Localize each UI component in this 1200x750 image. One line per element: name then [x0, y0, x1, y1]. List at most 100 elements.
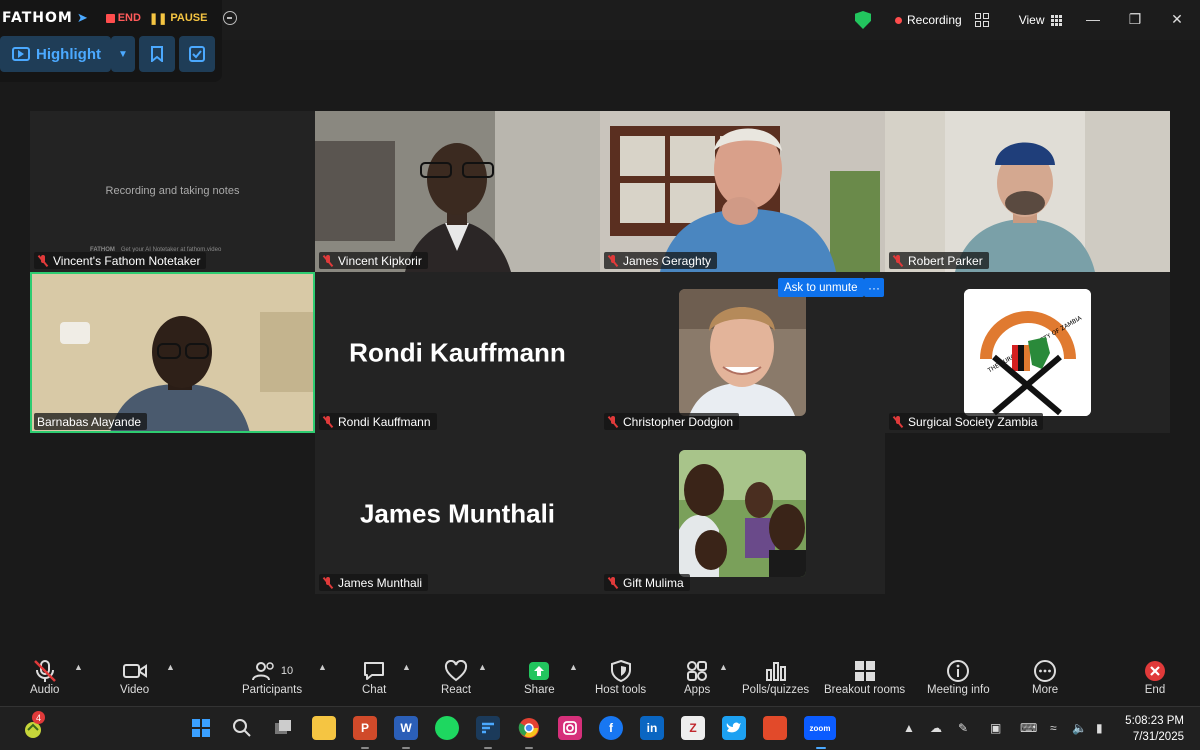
participant-name-tag: James Geraghty	[604, 252, 718, 269]
task-view-icon[interactable]	[271, 716, 295, 740]
participant-name: Christopher Dodgion	[623, 414, 734, 429]
search-icon[interactable]	[230, 716, 254, 740]
participant-name: Barnabas Alayande	[37, 414, 142, 429]
battery-icon[interactable]: ▮	[1096, 721, 1103, 735]
spotify-icon[interactable]	[435, 716, 459, 740]
chrome-icon[interactable]	[517, 716, 541, 740]
video-options-chevron-up-icon[interactable]: ▲	[166, 662, 175, 672]
recording-dot-icon	[895, 16, 902, 24]
meeting-info-label: Meeting info	[927, 684, 990, 696]
zotero-icon[interactable]: Z	[681, 716, 705, 740]
encryption-shield-icon[interactable]	[855, 11, 871, 29]
participant-tile-active-speaker[interactable]: Barnabas Alayande	[30, 272, 315, 433]
volume-icon[interactable]: 🔈	[1072, 721, 1087, 735]
audio-button[interactable]: Audio	[30, 658, 59, 696]
onedrive-icon[interactable]: ☁	[930, 721, 942, 735]
wifi-icon[interactable]: ≈	[1050, 721, 1057, 735]
end-meeting-button[interactable]: End	[1143, 658, 1167, 696]
polls-button[interactable]: Polls/quizzes	[742, 658, 809, 696]
widgets-button[interactable]: 4	[20, 711, 46, 741]
end-recording-button[interactable]: END	[105, 12, 141, 24]
meeting-info-button[interactable]: Meeting info	[927, 658, 990, 696]
fathom-icon[interactable]	[476, 716, 500, 740]
highlight-button[interactable]: Highlight	[0, 36, 111, 72]
system-clock[interactable]: 5:08:23 PM 7/31/2025	[1125, 713, 1184, 745]
fathom-arrow-icon: ➤	[76, 10, 88, 25]
participant-tile[interactable]: Rondi Kauffmann Rondi Kauffmann	[315, 272, 600, 433]
acrobat-icon[interactable]	[763, 716, 787, 740]
audio-options-chevron-up-icon[interactable]: ▲	[74, 662, 83, 672]
highlight-dropdown-button[interactable]: ▼	[110, 36, 135, 72]
host-tools-button[interactable]: Host tools	[595, 658, 646, 696]
participants-label: Participants	[242, 684, 303, 696]
share-options-chevron-up-icon[interactable]: ▲	[569, 662, 578, 672]
participant-tile[interactable]: Robert Parker	[885, 111, 1170, 272]
heart-icon	[444, 658, 468, 684]
checkbox-icon	[188, 46, 205, 62]
tray-overflow-chevron-up-icon[interactable]: ▲	[903, 721, 915, 735]
close-icon[interactable]: ✕	[1168, 10, 1186, 28]
react-button[interactable]: React	[441, 658, 471, 696]
fathom-logo: FATHOM	[2, 10, 73, 26]
highlight-label: Highlight	[36, 45, 101, 63]
zoom-icon[interactable]: zoom	[804, 716, 836, 740]
running-indicator	[361, 747, 369, 749]
video-button[interactable]: Video	[120, 658, 149, 696]
ask-to-unmute-button[interactable]: Ask to unmute	[778, 278, 864, 297]
participant-name-tag: Vincent Kipkorir	[319, 252, 428, 269]
fathom-recorder-panel: FATHOM ➤ END ❚❚ PAUSE Highlight ▼	[0, 0, 238, 82]
powerpoint-icon[interactable]: P	[353, 716, 377, 740]
mic-muted-icon	[322, 415, 334, 428]
mic-muted-icon	[32, 658, 58, 684]
participant-tile[interactable]: James Munthali James Munthali	[315, 433, 600, 594]
more-button[interactable]: More	[1032, 658, 1058, 696]
shield-icon	[610, 658, 632, 684]
facebook-icon[interactable]: f	[599, 716, 623, 740]
restore-icon[interactable]: ❐	[1126, 10, 1144, 28]
chat-button[interactable]: Chat	[362, 658, 386, 696]
avatar	[679, 450, 806, 577]
participant-tile[interactable]: Vincent Kipkorir	[315, 111, 600, 272]
pause-recording-button[interactable]: ❚❚ PAUSE	[149, 12, 208, 25]
organization-logo: THE SURGICAL SOCIETY OF ZAMBIA	[964, 289, 1091, 416]
recording-grid-icon	[974, 13, 989, 27]
mic-muted-icon	[892, 415, 904, 428]
participant-tile[interactable]: Gift Mulima	[600, 433, 885, 594]
action-item-button[interactable]	[178, 36, 215, 72]
chat-options-chevron-up-icon[interactable]: ▲	[402, 662, 411, 672]
running-indicator	[484, 747, 492, 749]
participants-button[interactable]: 10 Participants	[242, 658, 302, 696]
twitter-icon[interactable]	[722, 716, 746, 740]
end-label: End	[1144, 684, 1166, 696]
participant-tile[interactable]: THE SURGICAL SOCIETY OF ZAMBIA Surgical …	[885, 272, 1170, 433]
tile-more-options-button[interactable]: ···	[864, 278, 884, 297]
participant-name-tag: Robert Parker	[889, 252, 989, 269]
bookmark-button[interactable]	[138, 36, 175, 72]
linkedin-icon[interactable]: in	[640, 716, 664, 740]
running-indicator-active	[816, 747, 826, 749]
edit-tool-icon[interactable]: ✎	[958, 721, 968, 735]
react-options-chevron-up-icon[interactable]: ▲	[478, 662, 487, 672]
chat-icon	[362, 658, 386, 684]
file-explorer-icon[interactable]	[312, 716, 336, 740]
keyboard-icon[interactable]: ⌨	[1020, 721, 1037, 735]
view-button[interactable]: View	[1019, 13, 1062, 27]
video-gallery: Recording and taking notes FATHOM Get yo…	[30, 111, 1170, 594]
share-button[interactable]: Share	[524, 658, 555, 696]
instagram-icon[interactable]	[558, 716, 582, 740]
apps-options-chevron-up-icon[interactable]: ▲	[719, 662, 728, 672]
snipping-tool-icon[interactable]: ▣	[990, 721, 1001, 735]
word-icon[interactable]: W	[394, 716, 418, 740]
participants-options-chevron-up-icon[interactable]: ▲	[318, 662, 327, 672]
breakout-rooms-button[interactable]: Breakout rooms	[824, 658, 905, 696]
participant-tile[interactable]: Recording and taking notes FATHOM Get yo…	[30, 111, 315, 272]
recording-indicator[interactable]: Recording	[881, 13, 993, 27]
minimize-panel-icon[interactable]	[223, 11, 238, 25]
minimize-icon[interactable]: —	[1084, 10, 1102, 28]
participant-name: James Geraghty	[623, 253, 712, 268]
apps-button[interactable]: Apps	[684, 658, 710, 696]
participant-tile[interactable]: James Geraghty	[600, 111, 885, 272]
share-label: Share	[524, 684, 555, 696]
windows-start-icon[interactable]	[189, 716, 213, 740]
running-indicator	[525, 747, 533, 749]
